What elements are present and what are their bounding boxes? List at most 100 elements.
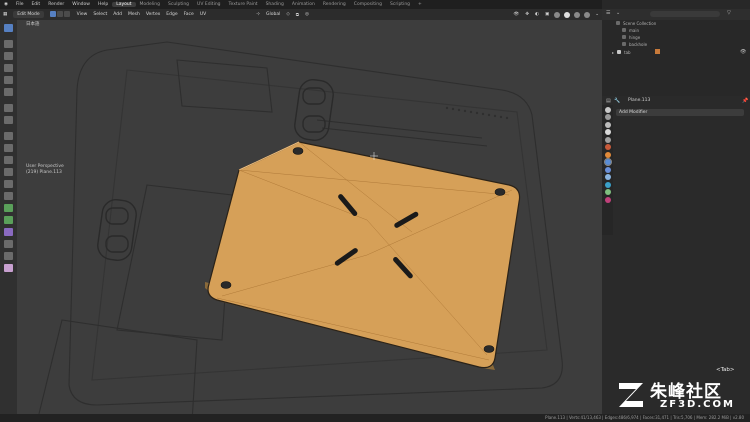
workspace-tab-rendering[interactable]: Rendering (319, 2, 350, 7)
gizmo-icon[interactable]: ✥ (522, 12, 532, 17)
rotate-tool-icon[interactable] (4, 64, 13, 72)
proportional-edit-icon[interactable]: ◎ (302, 12, 312, 17)
collection-icon (616, 21, 620, 25)
poly-build-tool-icon[interactable] (4, 192, 13, 200)
visibility-icon[interactable]: 👁 (511, 12, 523, 17)
filter-icon[interactable]: ▽ (727, 10, 731, 16)
properties-editor-icon[interactable]: ▤ (606, 98, 611, 104)
world-tab-icon[interactable] (604, 144, 611, 150)
menu-view[interactable]: View (74, 12, 91, 17)
visibility-eye-icon[interactable]: 👁 (740, 49, 746, 55)
workspace-tab-modeling[interactable]: Modeling (136, 2, 164, 7)
workspace-tab-sculpting[interactable]: Sculpting (164, 2, 193, 7)
physics-tab-icon[interactable] (604, 174, 611, 180)
scene-geometry (36, 41, 563, 422)
loop-cut-tool-icon[interactable] (4, 168, 13, 176)
menu-uv[interactable]: UV (197, 12, 209, 17)
render-tab-icon[interactable] (604, 114, 611, 120)
menu-vertex[interactable]: Vertex (143, 12, 163, 17)
particles-tab-icon[interactable] (604, 166, 611, 173)
shear-tool-icon[interactable] (4, 252, 13, 260)
collection-icon (622, 42, 626, 46)
scene-tab-icon[interactable] (604, 136, 611, 143)
workspace-tab-layout[interactable]: Layout (112, 2, 136, 7)
outliner-item-backhole[interactable]: backhole (622, 42, 647, 47)
ime-indicator: 日本語 (26, 22, 40, 27)
menu-add[interactable]: Add (110, 12, 125, 17)
transform-tool-icon[interactable] (4, 88, 13, 96)
edge-select-icon[interactable] (56, 10, 63, 17)
outliner-item-tab[interactable]: ▸ tab (612, 49, 660, 55)
select-box-tool-icon[interactable] (4, 24, 13, 32)
workspace-tab-shading[interactable]: Shading (262, 2, 288, 7)
transform-orientation-icon: ⊹ (256, 12, 260, 17)
editor-type-icon[interactable]: ▦ (0, 12, 10, 17)
outliner-search-input[interactable] (650, 11, 720, 17)
scale-tool-icon[interactable] (4, 76, 13, 84)
menu-render[interactable]: Render (44, 2, 68, 7)
menu-file[interactable]: File (12, 2, 28, 7)
face-select-icon[interactable] (63, 10, 70, 17)
blender-logo-icon[interactable]: ◉ (0, 2, 12, 7)
object-tab-icon[interactable] (604, 151, 611, 158)
menu-edge[interactable]: Edge (163, 12, 180, 17)
add-modifier-button[interactable]: Add Modifier (616, 109, 744, 116)
orientation-selector[interactable]: Global (263, 12, 283, 17)
pin-icon[interactable]: 📌 (742, 98, 748, 104)
measure-tool-icon[interactable] (4, 116, 13, 124)
xray-icon[interactable]: ▣ (542, 12, 552, 17)
outliner-editor-icon[interactable]: ☰ (606, 10, 610, 16)
extrude-tool-icon[interactable] (4, 132, 13, 140)
output-tab-icon[interactable] (604, 121, 611, 128)
workspace-tab-uv-editing[interactable]: UV Editing (193, 2, 224, 7)
menu-select[interactable]: Select (90, 12, 110, 17)
menu-face[interactable]: Face (181, 12, 197, 17)
overlay-icon[interactable]: ◐ (532, 12, 542, 17)
menu-window[interactable]: Window (68, 2, 94, 7)
pivot-icon[interactable]: ◇ (283, 12, 292, 17)
material-shading-icon[interactable] (574, 11, 581, 18)
move-tool-icon[interactable] (4, 52, 13, 60)
selected-tab-mesh[interactable] (205, 141, 521, 370)
smooth-tool-icon[interactable] (4, 216, 13, 224)
menu-help[interactable]: Help (94, 2, 112, 7)
shading-options-icon[interactable]: ⌄ (592, 12, 602, 17)
display-mode-icon[interactable]: ⌄ (616, 10, 620, 16)
knife-tool-icon[interactable] (4, 180, 13, 188)
edit-mode-icon (654, 49, 660, 54)
workspace-tab-animation[interactable]: Animation (288, 2, 319, 7)
solid-shading-icon[interactable] (564, 11, 571, 18)
add-workspace-button[interactable]: + (414, 2, 426, 7)
material-tab-icon[interactable] (604, 196, 611, 203)
wireframe-shading-icon[interactable] (554, 11, 561, 18)
vertex-select-icon[interactable] (49, 10, 56, 17)
edge-slide-tool-icon[interactable] (4, 228, 13, 236)
menu-edit[interactable]: Edit (27, 2, 44, 7)
workspace-tab-compositing[interactable]: Compositing (350, 2, 386, 7)
modifier-tab-icon[interactable] (603, 158, 612, 166)
expand-arrow-icon[interactable]: ▸ (612, 50, 614, 55)
outliner-item-label: backhole (629, 42, 648, 47)
cursor-tool-icon[interactable] (4, 40, 13, 48)
data-tab-icon[interactable] (604, 189, 611, 195)
3d-viewport[interactable]: 日本語 User Perspective (219) Plane.113 (17, 20, 602, 422)
view-layer-tab-icon[interactable] (604, 129, 611, 135)
outliner-item-hinge[interactable]: hinge (622, 35, 640, 40)
mode-selector[interactable]: Edit Mode (13, 11, 44, 18)
vent-holes (445, 106, 509, 120)
spin-tool-icon[interactable] (4, 204, 13, 212)
menu-mesh[interactable]: Mesh (125, 12, 143, 17)
snap-icon[interactable]: ⧉ (293, 12, 302, 18)
inset-tool-icon[interactable] (4, 144, 13, 152)
workspace-tab-scripting[interactable]: Scripting (386, 2, 414, 7)
rendered-shading-icon[interactable] (584, 11, 591, 18)
shrink-fatten-tool-icon[interactable] (4, 240, 13, 248)
constraints-tab-icon[interactable] (604, 181, 611, 188)
outliner-item-main[interactable]: main (622, 28, 639, 33)
annotate-tool-icon[interactable] (4, 104, 13, 112)
rip-tool-icon[interactable] (4, 264, 13, 272)
bevel-tool-icon[interactable] (4, 156, 13, 164)
tool-tab-icon[interactable] (604, 106, 611, 113)
outliner-item-scene-collection[interactable]: Scene Collection (616, 21, 656, 26)
workspace-tab-texture-paint[interactable]: Texture Paint (225, 2, 262, 7)
